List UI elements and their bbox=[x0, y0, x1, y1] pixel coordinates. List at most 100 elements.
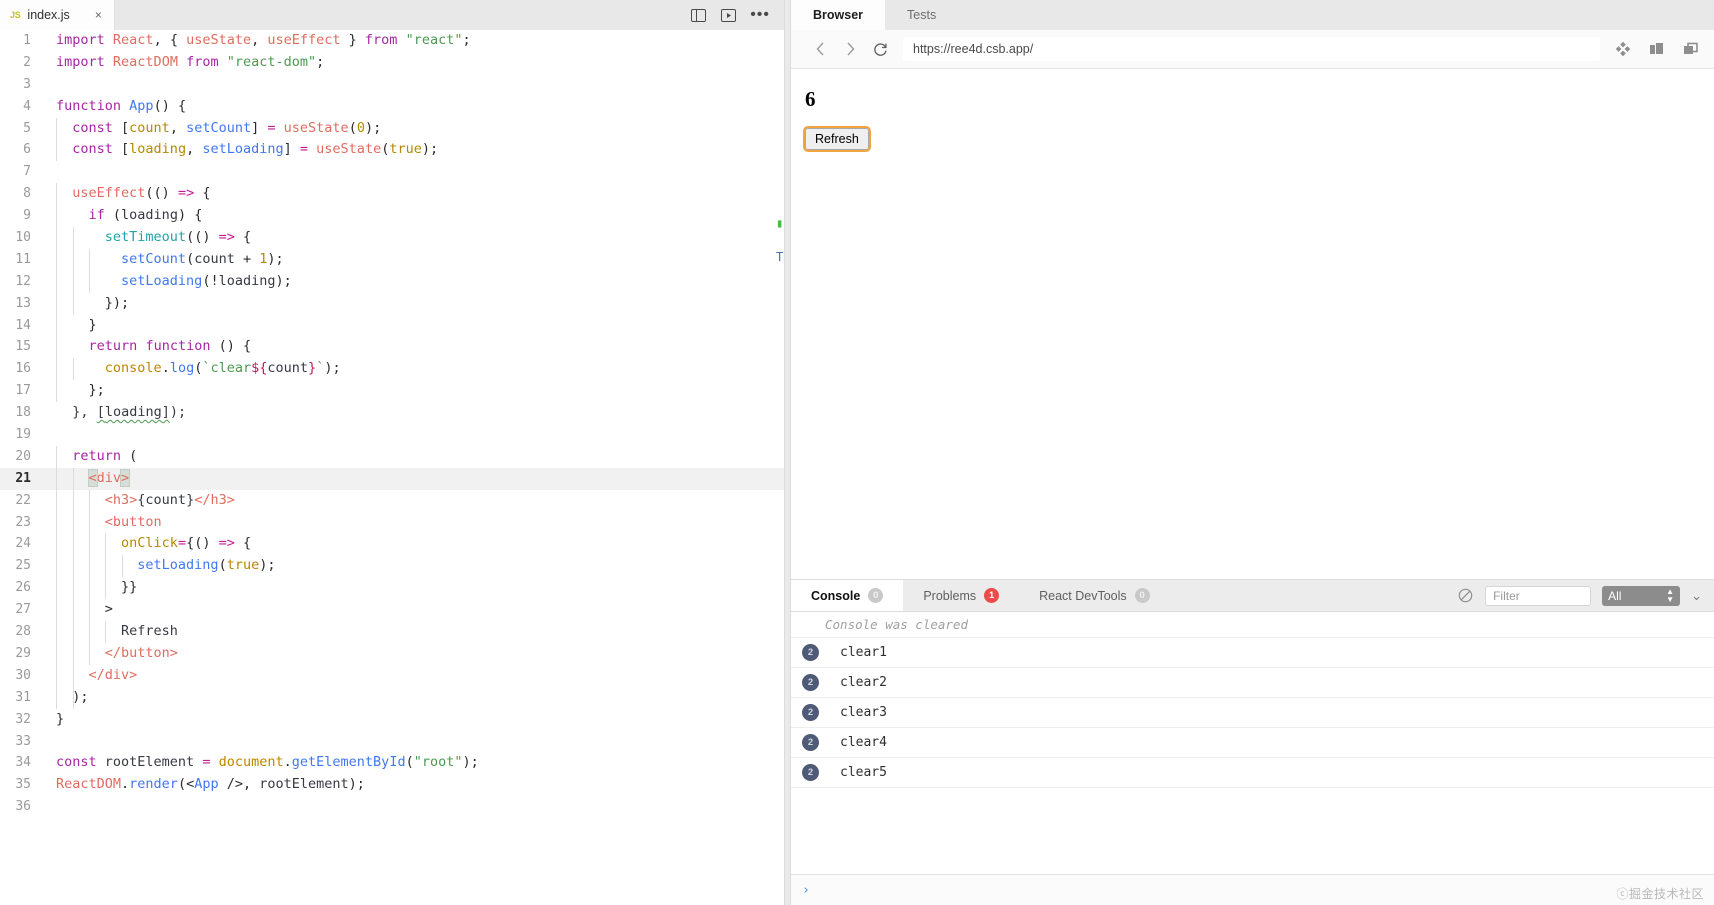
indent-guide bbox=[73, 665, 74, 687]
url-input[interactable]: https://ree4d.csb.app/ bbox=[903, 37, 1600, 61]
code-line[interactable]: 35ReactDOM.render(<App />, rootElement); bbox=[0, 774, 784, 796]
editor-tabbar: JS index.js × ••• bbox=[0, 0, 784, 30]
code-line[interactable]: 20 return ( bbox=[0, 446, 784, 468]
clear-console-icon[interactable] bbox=[1456, 587, 1474, 605]
code-line[interactable]: 4function App() { bbox=[0, 96, 784, 118]
code-line[interactable]: 1import React, { useState, useEffect } f… bbox=[0, 30, 784, 52]
code-line[interactable]: 29 </button> bbox=[0, 643, 784, 665]
code-line[interactable]: 15 return function () { bbox=[0, 336, 784, 358]
console-entry-message: clear2 bbox=[840, 675, 887, 690]
code-line[interactable]: 30 </div> bbox=[0, 665, 784, 687]
console-entry[interactable]: 2clear5 bbox=[791, 757, 1714, 787]
code-line[interactable]: 9 if (loading) { bbox=[0, 205, 784, 227]
filter-input[interactable]: Filter bbox=[1485, 586, 1591, 606]
log-level-select[interactable]: All ▲▼ bbox=[1602, 586, 1680, 606]
tab-browser[interactable]: Browser bbox=[791, 0, 885, 30]
split-panel-icon[interactable] bbox=[690, 7, 706, 23]
code-line[interactable]: 12 setLoading(!loading); bbox=[0, 271, 784, 293]
close-icon[interactable]: × bbox=[95, 9, 102, 21]
line-source: onClick={() => { bbox=[44, 533, 251, 555]
indent-guide bbox=[73, 687, 74, 709]
indent-guide bbox=[105, 533, 106, 555]
repeat-count-badge: 2 bbox=[802, 674, 819, 691]
code-line[interactable]: 27 > bbox=[0, 599, 784, 621]
code-line[interactable]: 26 }} bbox=[0, 577, 784, 599]
code-editor[interactable]: 1import React, { useState, useEffect } f… bbox=[0, 30, 784, 905]
code-line[interactable]: 23 <button bbox=[0, 512, 784, 534]
back-icon[interactable] bbox=[805, 36, 835, 62]
indent-guide bbox=[73, 293, 74, 315]
indent-guide bbox=[56, 665, 57, 687]
console-input-row[interactable]: › bbox=[791, 874, 1714, 905]
code-line[interactable]: 13 }); bbox=[0, 293, 784, 315]
code-line[interactable]: 25 setLoading(true); bbox=[0, 555, 784, 577]
console-entry[interactable]: 2clear1 bbox=[791, 637, 1714, 667]
tabbar-spacer bbox=[115, 0, 690, 30]
line-source: }} bbox=[44, 577, 137, 599]
console-entry[interactable]: 2 clear2 bbox=[791, 667, 1714, 697]
code-line[interactable]: 16 console.log(`clear${count}`); bbox=[0, 358, 784, 380]
code-line[interactable]: 7 bbox=[0, 161, 784, 183]
line-source: const [count, setCount] = useState(0); bbox=[44, 118, 381, 140]
diamonds-icon[interactable] bbox=[1614, 40, 1632, 58]
code-line[interactable]: 17 }; bbox=[0, 380, 784, 402]
indent-guide bbox=[89, 643, 90, 665]
code-content[interactable]: 1import React, { useState, useEffect } f… bbox=[0, 30, 784, 818]
tab-tests[interactable]: Tests bbox=[885, 0, 958, 30]
indent-guide bbox=[89, 512, 90, 534]
line-number: 14 bbox=[0, 315, 44, 337]
chevron-down-icon[interactable]: ⌄ bbox=[1691, 588, 1702, 604]
line-source: return function () { bbox=[44, 336, 251, 358]
windows-icon[interactable] bbox=[1682, 40, 1700, 58]
indent-guide bbox=[56, 358, 57, 380]
line-number: 28 bbox=[0, 621, 44, 643]
line-source: return ( bbox=[44, 446, 137, 468]
line-number: 19 bbox=[0, 424, 44, 446]
copy-window-icon[interactable] bbox=[1648, 40, 1666, 58]
code-line[interactable]: 32} bbox=[0, 709, 784, 731]
code-line[interactable]: 6 const [loading, setLoading] = useState… bbox=[0, 139, 784, 161]
pane-splitter[interactable]: ▮ T bbox=[784, 0, 791, 905]
reload-icon[interactable] bbox=[865, 36, 895, 62]
run-preview-icon[interactable] bbox=[720, 7, 736, 23]
tab-react-devtools[interactable]: React DevTools 0 bbox=[1019, 580, 1170, 611]
editor-tab-index-js[interactable]: JS index.js × bbox=[0, 0, 115, 30]
code-line[interactable]: 34const rootElement = document.getElemen… bbox=[0, 752, 784, 774]
code-line[interactable]: 31 ); bbox=[0, 687, 784, 709]
tab-console[interactable]: Console 0 bbox=[791, 580, 903, 611]
code-line[interactable]: 11 setCount(count + 1); bbox=[0, 249, 784, 271]
indent-guide bbox=[73, 468, 74, 490]
console-entry[interactable]: 2clear4 bbox=[791, 727, 1714, 757]
refresh-button[interactable]: Refresh bbox=[805, 128, 869, 150]
tab-problems[interactable]: Problems 1 bbox=[903, 580, 1019, 611]
code-line[interactable]: 36 bbox=[0, 796, 784, 818]
code-line[interactable]: 8 useEffect(() => { bbox=[0, 183, 784, 205]
more-options-icon[interactable]: ••• bbox=[750, 11, 770, 19]
code-line[interactable]: 2import ReactDOM from "react-dom"; bbox=[0, 52, 784, 74]
indent-guide bbox=[56, 183, 57, 205]
console-log-list[interactable]: Console was cleared 2clear1 2 clear2 2clear… bbox=[791, 612, 1714, 905]
code-line[interactable]: 28 Refresh bbox=[0, 621, 784, 643]
code-line[interactable]: 21 <div> bbox=[0, 468, 784, 490]
code-line[interactable]: 24 onClick={() => { bbox=[0, 533, 784, 555]
console-entry[interactable]: 2clear3 bbox=[791, 697, 1714, 727]
console-panel: Console 0 Problems 1 React DevTools 0 Fi… bbox=[791, 579, 1714, 905]
code-line[interactable]: 10 setTimeout(() => { bbox=[0, 227, 784, 249]
line-number: 11 bbox=[0, 249, 44, 271]
code-line[interactable]: 14 } bbox=[0, 315, 784, 337]
line-source: function App() { bbox=[44, 96, 186, 118]
console-cleared-notice: Console was cleared bbox=[791, 612, 1714, 637]
code-line[interactable]: 5 const [count, setCount] = useState(0); bbox=[0, 118, 784, 140]
code-line[interactable]: 19 bbox=[0, 424, 784, 446]
code-line[interactable]: 33 bbox=[0, 731, 784, 753]
line-number: 26 bbox=[0, 577, 44, 599]
code-line[interactable]: 18 }, [loading]); bbox=[0, 402, 784, 424]
forward-icon[interactable] bbox=[835, 36, 865, 62]
indent-guide bbox=[89, 490, 90, 512]
line-source: setLoading(true); bbox=[44, 555, 275, 577]
code-line[interactable]: 3 bbox=[0, 74, 784, 96]
indent-guide bbox=[56, 249, 57, 271]
code-line[interactable]: 22 <h3>{count}</h3> bbox=[0, 490, 784, 512]
indent-guide bbox=[89, 249, 90, 271]
indent-guide bbox=[56, 227, 57, 249]
